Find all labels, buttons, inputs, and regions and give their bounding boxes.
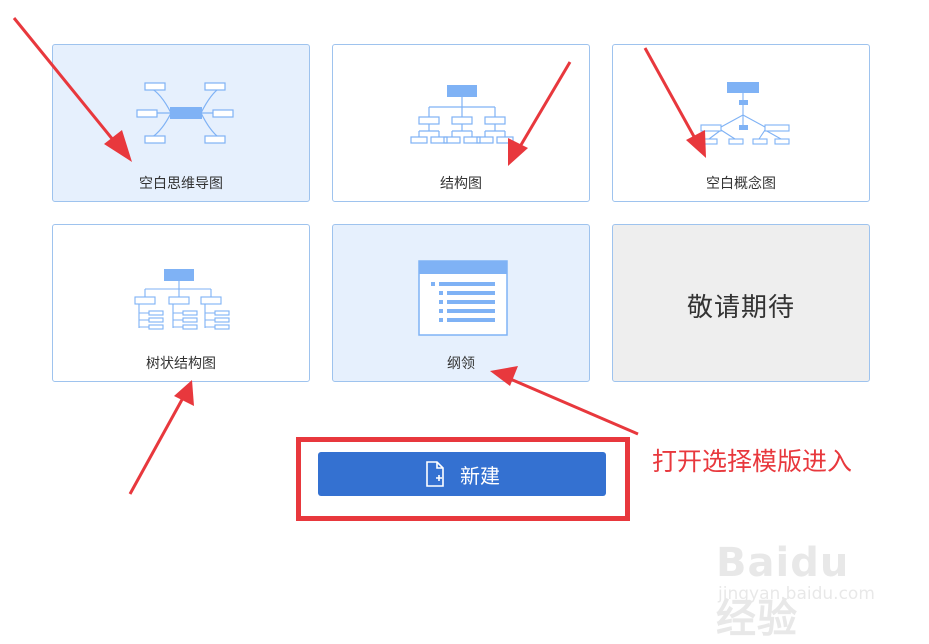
watermark: Baidu经验 jingyan.baidu.com: [710, 520, 890, 642]
new-file-icon: [426, 461, 444, 487]
template-card-structure[interactable]: 结构图: [332, 44, 590, 202]
template-label: 空白思维导图: [139, 176, 223, 192]
watermark-url: jingyan.baidu.com: [718, 584, 875, 604]
template-card-outline[interactable]: 纲领: [332, 224, 590, 382]
template-label: 纲领: [447, 356, 475, 372]
template-card-coming-soon: 敬请期待: [612, 224, 870, 382]
template-label: 空白概念图: [706, 176, 776, 192]
annotation-text: 打开选择模版进入: [652, 447, 853, 476]
template-card-blank-concept[interactable]: 空白概念图: [612, 44, 870, 202]
template-card-tree-structure[interactable]: 树状结构图: [52, 224, 310, 382]
template-card-blank-mindmap[interactable]: 空白思维导图: [52, 44, 310, 202]
coming-soon-text: 敬请期待: [686, 293, 795, 323]
template-label: 结构图: [440, 176, 482, 192]
new-button[interactable]: 新建: [318, 452, 606, 496]
template-label: 树状结构图: [146, 356, 216, 372]
arrow-icon: [128, 380, 194, 495]
new-button-label: 新建: [460, 463, 500, 488]
